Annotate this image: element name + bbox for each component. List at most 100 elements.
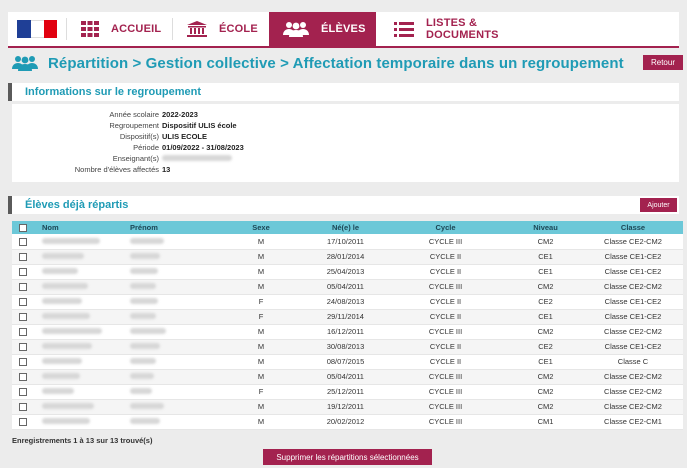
ajouter-button[interactable]: Ajouter — [640, 198, 677, 212]
nav-ecole[interactable]: ÉCOLE — [173, 12, 269, 46]
info-section-title: Informations sur le regroupement — [25, 86, 202, 98]
column-header-cycle[interactable]: Cycle — [383, 221, 508, 234]
table-row[interactable]: M 05/04/2011 CYCLE III CM2 Classe CE2-CM2 — [12, 369, 683, 384]
row-checkbox-cell[interactable] — [12, 414, 34, 429]
retour-button[interactable]: Retour — [643, 55, 683, 70]
row-checkbox-cell[interactable] — [12, 399, 34, 414]
nav-accueil[interactable]: ACCUEIL — [67, 12, 172, 46]
column-header-sexe[interactable]: Sexe — [214, 221, 308, 234]
row-checkbox-cell[interactable] — [12, 234, 34, 249]
supprimer-repartitions-button[interactable]: Supprimer les répartitions sélectionnées — [263, 449, 432, 465]
cell-cycle: CYCLE III — [428, 387, 463, 396]
cell-classe: Classe C — [617, 357, 649, 366]
cell-ne-le: 08/07/2015 — [326, 357, 365, 366]
cell-cycle: CYCLE II — [429, 297, 462, 306]
students-group-icon — [283, 21, 309, 37]
row-checkbox[interactable] — [19, 373, 27, 381]
info-label: Regroupement — [109, 121, 159, 130]
row-checkbox-cell[interactable] — [12, 279, 34, 294]
table-row[interactable]: F 29/11/2014 CYCLE II CE1 Classe CE1-CE2 — [12, 309, 683, 324]
table-row[interactable]: M 25/04/2013 CYCLE II CE1 Classe CE1-CE2 — [12, 264, 683, 279]
column-header-niveau[interactable]: Niveau — [508, 221, 583, 234]
cell-ne-le: 25/04/2013 — [326, 267, 365, 276]
cell-prenom-redacted — [124, 309, 214, 324]
row-checkbox[interactable] — [19, 268, 27, 276]
table-row[interactable]: M 30/08/2013 CYCLE II CE2 Classe CE1-CE2 — [12, 339, 683, 354]
row-checkbox[interactable] — [19, 358, 27, 366]
select-all-checkbox[interactable] — [19, 224, 27, 232]
cell-classe: Classe CE2-CM2 — [604, 327, 662, 336]
redacted-text — [42, 418, 90, 424]
cell-cycle: CYCLE II — [429, 267, 462, 276]
row-checkbox[interactable] — [19, 418, 27, 426]
cell-classe: Classe CE2-CM2 — [604, 372, 662, 381]
cell-niveau: CE2 — [538, 297, 553, 306]
cell-sexe: F — [258, 297, 264, 306]
cell-cycle: CYCLE II — [429, 312, 462, 321]
info-value: 13 — [162, 165, 171, 174]
row-checkbox[interactable] — [19, 343, 27, 351]
cell-nom-redacted — [34, 264, 124, 279]
table-row[interactable]: M 08/07/2015 CYCLE II CE1 Classe C — [12, 354, 683, 369]
french-flag-logo[interactable] — [8, 12, 66, 46]
cell-ne-le: 28/01/2014 — [326, 252, 365, 261]
row-checkbox-cell[interactable] — [12, 369, 34, 384]
table-row[interactable]: M 05/04/2011 CYCLE III CM2 Classe CE2-CM2 — [12, 279, 683, 294]
table-row[interactable]: M 19/12/2011 CYCLE III CM2 Classe CE2-CM2 — [12, 399, 683, 414]
row-checkbox-cell[interactable] — [12, 384, 34, 399]
table-row[interactable]: M 17/10/2011 CYCLE III CM2 Classe CE2-CM2 — [12, 234, 683, 249]
redacted-text — [130, 328, 166, 334]
row-checkbox[interactable] — [19, 328, 27, 336]
redacted-text — [42, 328, 102, 334]
row-checkbox[interactable] — [19, 253, 27, 261]
cell-classe: Classe CE1-CE2 — [604, 312, 662, 321]
row-checkbox-cell[interactable] — [12, 339, 34, 354]
cell-niveau: CE1 — [538, 267, 553, 276]
row-checkbox-cell[interactable] — [12, 324, 34, 339]
redacted-text — [42, 388, 74, 394]
nav-eleves-label: ÉLÈVES — [321, 23, 366, 35]
row-checkbox[interactable] — [19, 283, 27, 291]
column-header-nom[interactable]: Nom — [34, 221, 124, 234]
info-label: Période — [133, 143, 159, 152]
nav-eleves[interactable]: ÉLÈVES — [269, 12, 376, 46]
row-checkbox[interactable] — [19, 298, 27, 306]
row-checkbox[interactable] — [19, 237, 27, 246]
table-row[interactable]: F 25/12/2011 CYCLE III CM2 Classe CE2-CM2 — [12, 384, 683, 399]
table-row[interactable]: M 20/02/2012 CYCLE III CM1 Classe CE2-CM1 — [12, 414, 683, 429]
cell-cycle: CYCLE III — [428, 282, 463, 291]
info-row-regroupement: Regroupement Dispositif ULIS école — [12, 121, 312, 131]
cell-nom-redacted — [34, 384, 124, 399]
row-checkbox[interactable] — [19, 313, 27, 321]
table-row[interactable]: M 16/12/2011 CYCLE III CM2 Classe CE2-CM2 — [12, 324, 683, 339]
table-row[interactable]: M 28/01/2014 CYCLE II CE1 Classe CE1-CE2 — [12, 249, 683, 264]
row-checkbox-cell[interactable] — [12, 249, 34, 264]
nav-listes-documents[interactable]: LISTES & DOCUMENTS — [376, 12, 556, 46]
column-header-ne-le[interactable]: Né(e) le — [308, 221, 383, 234]
table-row[interactable]: F 24/08/2013 CYCLE II CE2 Classe CE1-CE2 — [12, 294, 683, 309]
cell-niveau: CE1 — [538, 312, 553, 321]
cell-niveau: CM2 — [537, 327, 554, 336]
select-all-checkbox-cell[interactable] — [12, 221, 34, 234]
cell-sexe: M — [257, 372, 265, 381]
redacted-text — [130, 358, 156, 364]
cell-classe: Classe CE1-CE2 — [604, 297, 662, 306]
row-checkbox[interactable] — [19, 388, 27, 396]
row-checkbox-cell[interactable] — [12, 309, 34, 324]
row-checkbox-cell[interactable] — [12, 294, 34, 309]
cell-sexe: M — [257, 342, 265, 351]
cell-prenom-redacted — [124, 249, 214, 264]
cell-classe: Classe CE2-CM2 — [604, 282, 662, 291]
redacted-text — [130, 313, 156, 319]
column-header-classe[interactable]: Classe — [583, 221, 683, 234]
cell-ne-le: 30/08/2013 — [326, 342, 365, 351]
row-checkbox[interactable] — [19, 403, 27, 411]
redacted-text — [42, 253, 84, 259]
row-checkbox-cell[interactable] — [12, 354, 34, 369]
cell-prenom-redacted — [124, 234, 214, 249]
cell-niveau: CE2 — [538, 342, 553, 351]
info-label: Nombre d'élèves affectés — [74, 165, 159, 174]
column-header-prenom[interactable]: Prénom — [124, 221, 214, 234]
cell-ne-le: 17/10/2011 — [327, 236, 364, 246]
row-checkbox-cell[interactable] — [12, 264, 34, 279]
